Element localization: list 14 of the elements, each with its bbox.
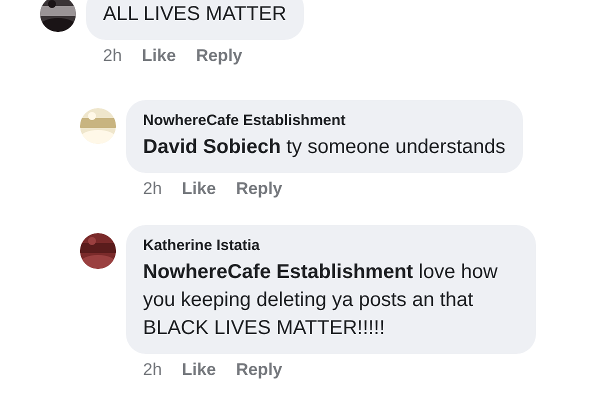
comment-action-link[interactable]: Like — [182, 360, 216, 380]
comment-author[interactable]: Katherine Istatia — [143, 237, 518, 254]
comment-action-link[interactable]: Reply — [236, 360, 282, 380]
comment-text: NowhereCafe Establishment love how you keeping deleting ya posts an that BLACK LIVES MATTER!!!!! — [143, 260, 499, 341]
comment-author[interactable]: NowhereCafe Establishment — [143, 112, 506, 129]
comment-time[interactable]: 2h — [143, 179, 162, 199]
comment-action-link[interactable]: Like — [182, 179, 216, 199]
comment-text: David Sobiech ty someone understands — [143, 135, 506, 160]
comment-time[interactable]: 2h — [103, 46, 122, 66]
comment-action-link[interactable]: Reply — [236, 179, 282, 199]
comment-time[interactable]: 2h — [143, 360, 162, 380]
comment-text: ALL LIVES MATTER — [103, 2, 286, 27]
comment-action-link[interactable]: Like — [142, 46, 176, 66]
comment-action-link[interactable]: Reply — [196, 46, 242, 66]
